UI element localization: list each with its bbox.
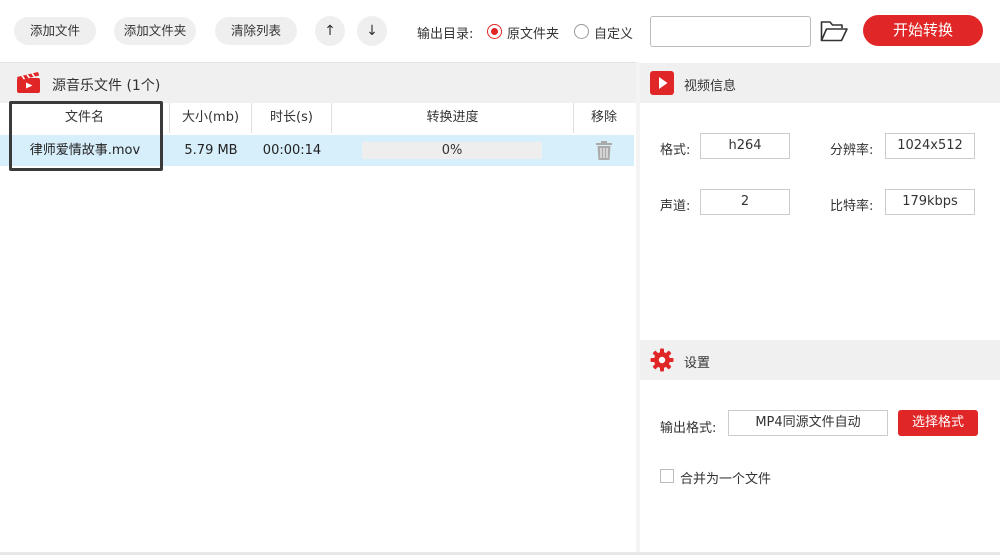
filename-highlight-box — [9, 101, 163, 171]
progress-bar: 0% — [362, 142, 542, 159]
clear-list-button[interactable]: 清除列表 — [215, 17, 297, 45]
file-list-header: 源音乐文件 (1个) — [0, 63, 636, 103]
add-file-button[interactable]: 添加文件 — [14, 17, 96, 45]
clapperboard-icon — [17, 72, 40, 93]
trash-icon[interactable] — [596, 141, 612, 160]
file-size-cell: 5.79 MB — [184, 143, 238, 158]
file-duration-cell: 00:00:14 — [262, 143, 322, 158]
toolbar: 添加文件 添加文件夹 清除列表 ↑ ↓ 输出目录: 原文件夹 自定义 开始转换 — [0, 0, 1000, 62]
channels-label: 声道: — [660, 199, 691, 214]
file-list-title: 源音乐文件 (1个) — [52, 78, 161, 94]
radio-source-folder-label: 原文件夹 — [507, 27, 560, 42]
merge-checkbox[interactable] — [660, 469, 674, 483]
bitrate-value: 179kbps — [885, 189, 975, 215]
settings-header: 设置 — [640, 340, 1000, 380]
move-up-button[interactable]: ↑ — [315, 16, 345, 46]
output-path-input[interactable] — [650, 16, 811, 47]
gear-icon — [650, 348, 674, 372]
format-value: h264 — [700, 133, 790, 159]
output-dir-label: 输出目录: — [417, 27, 474, 42]
video-info-title: 视频信息 — [684, 79, 737, 94]
channels-value: 2 — [700, 189, 790, 215]
choose-format-button[interactable]: 选择格式 — [898, 410, 978, 436]
column-header-duration: 时长(s) — [252, 103, 332, 133]
play-icon — [650, 71, 674, 95]
resolution-label: 分辨率: — [830, 143, 874, 158]
radio-custom-label: 自定义 — [594, 27, 634, 42]
column-header-progress: 转换进度 — [332, 103, 574, 133]
arrow-down-icon: ↓ — [366, 23, 378, 39]
output-format-label: 输出格式: — [660, 421, 717, 436]
output-format-value: MP4同源文件自动 — [728, 410, 888, 436]
merge-label: 合并为一个文件 — [680, 472, 772, 487]
format-label: 格式: — [660, 143, 691, 158]
resolution-value: 1024x512 — [885, 133, 975, 159]
start-convert-button[interactable]: 开始转换 — [863, 15, 983, 46]
move-down-button[interactable]: ↓ — [357, 16, 387, 46]
bitrate-label: 比特率: — [830, 199, 874, 214]
add-folder-button[interactable]: 添加文件夹 — [114, 17, 196, 45]
video-info-header: 视频信息 — [640, 63, 1000, 103]
settings-title: 设置 — [684, 356, 711, 371]
arrow-up-icon: ↑ — [324, 23, 336, 39]
radio-custom[interactable] — [574, 24, 589, 39]
panel-divider — [636, 62, 640, 552]
folder-open-icon[interactable] — [820, 20, 848, 42]
column-header-remove: 移除 — [574, 103, 634, 133]
column-header-size: 大小(mb) — [170, 103, 252, 133]
radio-source-folder[interactable] — [487, 24, 502, 39]
progress-text: 0% — [441, 143, 463, 158]
